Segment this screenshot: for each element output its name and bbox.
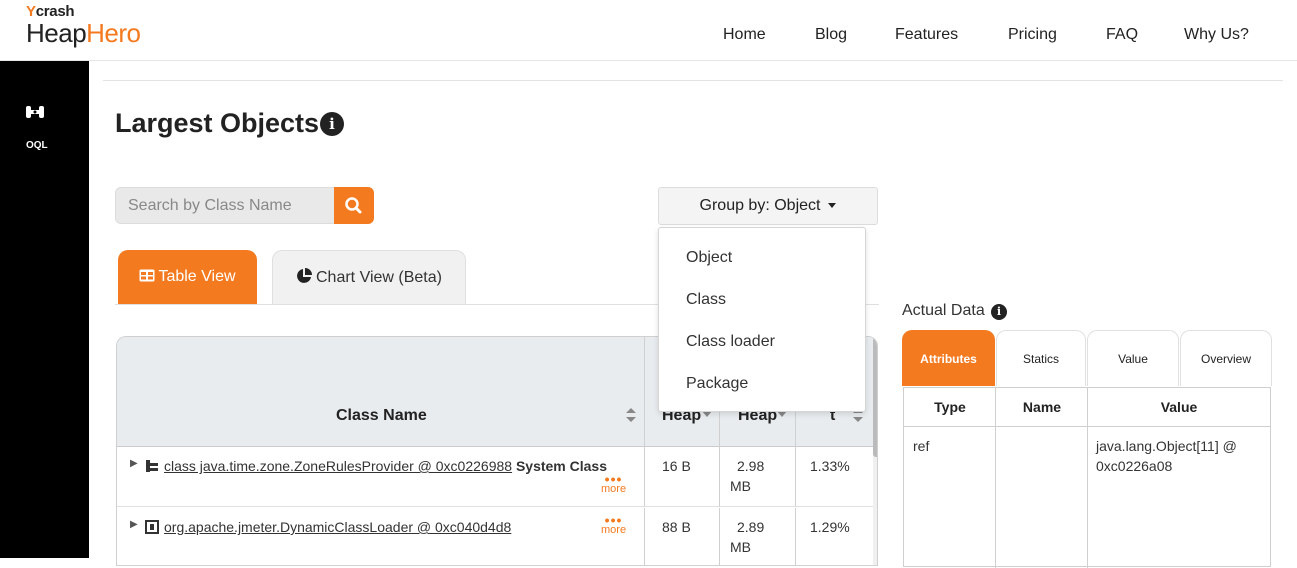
shallow-heap-cell: 16 B <box>662 458 691 474</box>
tab-attributes[interactable]: Attributes <box>902 330 995 386</box>
sort-icon[interactable] <box>777 411 787 425</box>
column-divider <box>795 447 796 507</box>
percentage-cell: 1.29% <box>810 519 850 535</box>
table-icon <box>139 269 155 282</box>
tab-table-view[interactable]: Table View <box>118 250 257 304</box>
tab-chart-view[interactable]: Chart View (Beta) <box>272 250 466 304</box>
header-value: Value <box>1160 399 1198 415</box>
column-divider <box>995 388 996 568</box>
retained-heap-value: 2.98 <box>737 458 765 474</box>
header-class-name[interactable]: Class Name <box>336 407 427 425</box>
group-by-dropdown[interactable]: Group by: Object <box>658 187 878 225</box>
more-label: more <box>601 483 627 495</box>
tab-statics[interactable]: Statics <box>996 330 1086 386</box>
main-nav: Home Blog Features Pricing FAQ Why Us? <box>0 26 1297 46</box>
attr-type-cell: ref <box>913 438 930 454</box>
retained-heap-unit: MB <box>730 478 751 494</box>
oql-label[interactable]: OQL <box>26 140 48 151</box>
caret-down-icon <box>828 203 837 209</box>
column-divider <box>644 508 645 565</box>
group-by-label: Group by: Object <box>699 197 821 214</box>
shallow-heap-cell: 88 B <box>662 519 691 535</box>
search-icon <box>345 197 362 214</box>
attr-value-line2: 0xc0226a08 <box>1096 458 1173 474</box>
class-cell: org.apache.jmeter.DynamicClassLoader @ 0… <box>164 519 511 535</box>
column-divider <box>644 337 645 447</box>
page-title: Largest Objects <box>115 108 320 138</box>
column-divider <box>719 447 720 507</box>
menu-item-package[interactable]: Package <box>686 375 748 393</box>
nav-blog[interactable]: Blog <box>815 26 847 44</box>
system-class-label: System Class <box>515 458 608 474</box>
pie-chart-icon <box>297 268 312 283</box>
nav-pricing[interactable]: Pricing <box>1008 26 1057 44</box>
nav-why-us[interactable]: Why Us? <box>1184 26 1249 44</box>
class-icon <box>146 460 158 472</box>
oql-icon[interactable] <box>25 103 45 121</box>
column-divider <box>719 508 720 565</box>
more-label: more <box>601 524 627 536</box>
search-button[interactable] <box>334 187 374 224</box>
classloader-icon <box>145 520 159 534</box>
nav-faq[interactable]: FAQ <box>1106 26 1138 44</box>
left-sidebar: OQL <box>0 61 89 558</box>
more-button[interactable]: ••• more <box>601 512 627 536</box>
menu-item-class[interactable]: Class <box>686 291 726 309</box>
table-row[interactable]: ▶ org.apache.jmeter.DynamicClassLoader @… <box>117 508 874 565</box>
nav-features[interactable]: Features <box>895 26 958 44</box>
class-cell: class java.time.zone.ZoneRulesProvider @… <box>164 458 607 474</box>
table-row[interactable]: ▶ class java.time.zone.ZoneRulesProvider… <box>117 447 874 507</box>
class-link[interactable]: class java.time.zone.ZoneRulesProvider @… <box>164 458 512 474</box>
retained-heap-unit: MB <box>730 539 751 555</box>
expand-icon[interactable]: ▶ <box>130 458 138 469</box>
info-icon[interactable]: i <box>320 112 344 136</box>
search-input[interactable] <box>115 187 335 224</box>
table-scrollbar-thumb[interactable] <box>873 337 877 457</box>
tab-value[interactable]: Value <box>1087 330 1179 386</box>
actual-data-label: Actual Data <box>902 302 985 319</box>
top-header: Ycrash HeapHero Home Blog Features Prici… <box>0 0 1297 61</box>
menu-item-object[interactable]: Object <box>686 249 732 267</box>
percentage-cell: 1.33% <box>810 458 850 474</box>
attr-value-line1: java.lang.Object[11] @ <box>1096 438 1237 454</box>
info-icon[interactable]: i <box>991 304 1007 320</box>
nav-home[interactable]: Home <box>723 26 766 44</box>
menu-item-class-loader[interactable]: Class loader <box>686 333 775 351</box>
column-divider <box>1087 388 1088 568</box>
header-type: Type <box>934 399 966 415</box>
tab-table-label: Table View <box>158 268 236 285</box>
group-by-menu: Object Class Class loader Package <box>658 227 866 412</box>
more-dots-icon: ••• <box>604 471 623 487</box>
tab-chart-label: Chart View (Beta) <box>316 269 442 286</box>
more-dots-icon: ••• <box>604 512 623 528</box>
sort-icon[interactable] <box>702 411 712 425</box>
column-divider <box>795 508 796 565</box>
more-button[interactable]: ••• more <box>601 471 627 495</box>
header-name: Name <box>1022 399 1062 415</box>
tab-overview[interactable]: Overview <box>1180 330 1272 386</box>
attributes-table: Type Name Value ref java.lang.Object[11]… <box>903 387 1271 568</box>
divider <box>103 80 1283 81</box>
class-link[interactable]: org.apache.jmeter.DynamicClassLoader @ 0… <box>164 519 511 535</box>
sort-icon[interactable] <box>626 408 636 422</box>
expand-icon[interactable]: ▶ <box>130 519 138 530</box>
column-divider <box>644 447 645 507</box>
retained-heap-value: 2.89 <box>737 519 765 535</box>
